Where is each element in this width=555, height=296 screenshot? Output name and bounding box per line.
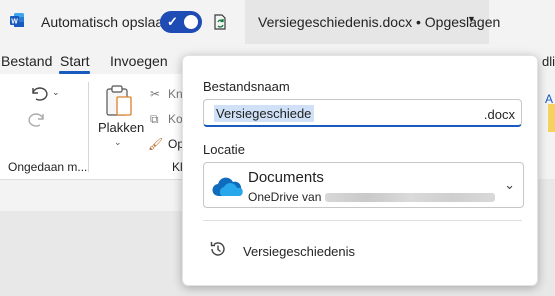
undo-icon[interactable] bbox=[28, 84, 48, 102]
word-logo-icon[interactable]: W bbox=[9, 12, 25, 28]
tab-fragment: dli bbox=[542, 54, 555, 69]
filename-input[interactable] bbox=[214, 105, 314, 122]
location-subtitle: OneDrive van bbox=[248, 190, 496, 204]
cut-icon[interactable]: ✂ bbox=[150, 87, 160, 101]
format-painter-icon[interactable]: 🖌 bbox=[148, 137, 163, 151]
cut-label[interactable]: Kn bbox=[168, 87, 183, 101]
redacted-account bbox=[325, 193, 496, 203]
toggle-knob bbox=[184, 15, 198, 29]
autosave-label: Automatisch opslaan bbox=[41, 14, 171, 30]
document-info-flyout: Bestandsnaam .docx Locatie Documents One… bbox=[182, 55, 538, 286]
history-icon[interactable] bbox=[209, 240, 227, 258]
chevron-down-icon: ⌄ bbox=[504, 177, 515, 192]
filename-label: Bestandsnaam bbox=[203, 79, 290, 94]
onedrive-cloud-icon bbox=[212, 177, 243, 197]
highlight-swatch bbox=[548, 104, 555, 132]
title-bar: W Automatisch opslaan ✓ Versiegeschieden… bbox=[0, 0, 555, 44]
location-dropdown[interactable]: Documents OneDrive van ⌄ bbox=[203, 162, 524, 208]
ribbon-bottom-bar bbox=[0, 179, 200, 211]
divider bbox=[203, 220, 522, 221]
tab-bestand[interactable]: Bestand bbox=[1, 53, 52, 69]
autosave-toggle[interactable]: ✓ bbox=[160, 11, 202, 33]
tab-invoegen[interactable]: Invoegen bbox=[110, 53, 168, 69]
paste-icon[interactable] bbox=[104, 84, 134, 118]
group-divider bbox=[88, 82, 89, 172]
version-history-link[interactable]: Versiegeschiedenis bbox=[243, 244, 355, 259]
redo-icon bbox=[28, 113, 44, 127]
location-owner-prefix: OneDrive van bbox=[248, 190, 322, 204]
location-name: Documents bbox=[248, 169, 324, 186]
undo-dropdown-icon[interactable]: ⌄ bbox=[52, 87, 60, 98]
location-label: Locatie bbox=[203, 142, 245, 157]
copy-icon[interactable]: ⧉ bbox=[150, 112, 159, 127]
paste-button-label[interactable]: Plakken bbox=[98, 120, 144, 135]
document-title: Versiegeschiedenis.docx • Opgeslagen bbox=[258, 14, 501, 30]
filename-field[interactable]: .docx bbox=[203, 99, 522, 127]
undo-group-label: Ongedaan m... bbox=[8, 160, 88, 174]
filename-extension: .docx bbox=[483, 107, 515, 122]
chevron-down-icon: ▼ bbox=[467, 14, 476, 24]
checkmark-icon: ✓ bbox=[167, 14, 178, 29]
copy-label[interactable]: Ko bbox=[168, 112, 183, 126]
sync-icon[interactable] bbox=[212, 13, 228, 31]
chevron-down-icon[interactable]: ⌄ bbox=[114, 137, 122, 148]
document-title-button[interactable]: Versiegeschiedenis.docx • Opgeslagen ▼ bbox=[245, 0, 500, 44]
tab-start[interactable]: Start bbox=[60, 53, 90, 69]
svg-text:W: W bbox=[11, 18, 18, 25]
